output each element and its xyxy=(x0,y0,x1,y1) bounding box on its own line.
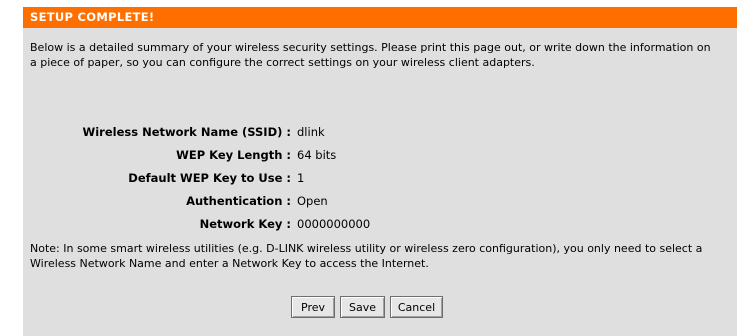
intro-text: Below is a detailed summary of your wire… xyxy=(30,41,711,69)
authentication-value: Open xyxy=(297,194,328,208)
save-button[interactable]: Save xyxy=(340,296,385,318)
note-text: Note: In some smart wireless utilities (… xyxy=(30,242,703,270)
network-key-value: 0000000000 xyxy=(297,217,371,231)
default-wep-key-label: Default WEP Key to Use : xyxy=(128,171,291,185)
ssid-label: Wireless Network Name (SSID) : xyxy=(82,125,291,139)
prev-button[interactable]: Prev xyxy=(291,296,335,318)
wep-key-length-value: 64 bits xyxy=(297,148,337,162)
setup-complete-panel: SETUP COMPLETE! Below is a detailed summ… xyxy=(23,7,737,336)
panel-header: SETUP COMPLETE! xyxy=(23,7,737,28)
ssid-value: dlink xyxy=(297,125,325,139)
wep-key-length-label: WEP Key Length : xyxy=(176,148,291,162)
cancel-button[interactable]: Cancel xyxy=(390,296,443,318)
default-wep-key-value: 1 xyxy=(297,171,305,185)
network-key-label: Network Key : xyxy=(199,217,291,231)
authentication-label: Authentication : xyxy=(186,194,291,208)
